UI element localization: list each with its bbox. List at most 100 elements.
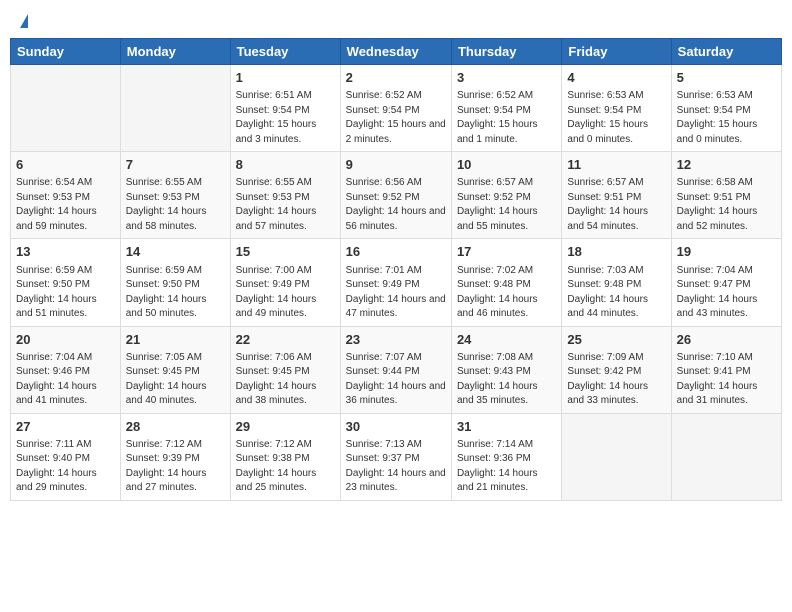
weekday-header-saturday: Saturday: [671, 39, 781, 65]
day-number: 24: [457, 331, 556, 349]
day-info: Sunrise: 7:14 AMSunset: 9:36 PMDaylight:…: [457, 438, 556, 496]
day-info: Sunrise: 6:51 AMSunset: 9:54 PMDaylight:…: [236, 89, 335, 147]
calendar-cell: [671, 413, 781, 500]
calendar-cell: 27 Sunrise: 7:11 AMSunset: 9:40 PMDayligh…: [11, 413, 121, 500]
week-row-4: 20 Sunrise: 7:04 AMSunset: 9:46 PMDayligh…: [11, 326, 782, 413]
day-info: Sunrise: 7:04 AMSunset: 9:47 PMDaylight:…: [677, 264, 776, 322]
day-number: 20: [16, 331, 115, 349]
day-number: 22: [236, 331, 335, 349]
day-info: Sunrise: 6:58 AMSunset: 9:51 PMDaylight:…: [677, 176, 776, 234]
calendar-cell: 9 Sunrise: 6:56 AMSunset: 9:52 PMDaylight…: [340, 152, 451, 239]
day-number: 27: [16, 418, 115, 436]
day-info: Sunrise: 7:07 AMSunset: 9:44 PMDaylight:…: [346, 351, 446, 409]
calendar-cell: 6Sunrise: 6:54 AMSunset: 9:53 PMDaylight…: [11, 152, 121, 239]
day-number: 13: [16, 243, 115, 261]
day-info: Sunrise: 6:52 AMSunset: 9:54 PMDaylight:…: [457, 89, 556, 147]
day-info: Sunrise: 7:11 AMSunset: 9:40 PMDaylight:…: [16, 438, 115, 496]
calendar-cell: 15 Sunrise: 7:00 AMSunset: 9:49 PMDayligh…: [230, 239, 340, 326]
day-info: Sunrise: 7:13 AMSunset: 9:37 PMDaylight:…: [346, 438, 446, 496]
calendar-cell: 29Sunrise: 7:12 AMSunset: 9:38 PMDayligh…: [230, 413, 340, 500]
day-info: Sunrise: 7:10 AMSunset: 9:41 PMDaylight:…: [677, 351, 776, 409]
day-info: Sunrise: 7:04 AMSunset: 9:46 PMDaylight:…: [16, 351, 115, 409]
calendar-cell: 8 Sunrise: 6:55 AMSunset: 9:53 PMDaylight…: [230, 152, 340, 239]
calendar-cell: [562, 413, 671, 500]
day-info: Sunrise: 7:01 AMSunset: 9:49 PMDaylight:…: [346, 264, 446, 322]
day-info: Sunrise: 6:52 AMSunset: 9:54 PMDaylight:…: [346, 89, 446, 147]
calendar-cell: 11 Sunrise: 6:57 AMSunset: 9:51 PMDayligh…: [562, 152, 671, 239]
day-number: 18: [567, 243, 665, 261]
calendar-cell: 5 Sunrise: 6:53 AMSunset: 9:54 PMDaylight…: [671, 65, 781, 152]
calendar-cell: 23 Sunrise: 7:07 AMSunset: 9:44 PMDayligh…: [340, 326, 451, 413]
calendar-cell: 7 Sunrise: 6:55 AMSunset: 9:53 PMDaylight…: [120, 152, 230, 239]
day-info: Sunrise: 7:02 AMSunset: 9:48 PMDaylight:…: [457, 264, 556, 322]
day-info: Sunrise: 7:06 AMSunset: 9:45 PMDaylight:…: [236, 351, 335, 409]
day-number: 12: [677, 156, 776, 174]
week-row-1: 1 Sunrise: 6:51 AMSunset: 9:54 PMDaylight…: [11, 65, 782, 152]
day-number: 5: [677, 69, 776, 87]
day-number: 14: [126, 243, 225, 261]
day-number: 7: [126, 156, 225, 174]
day-number: 16: [346, 243, 446, 261]
day-info: Sunrise: 7:05 AMSunset: 9:45 PMDaylight:…: [126, 351, 225, 409]
day-info: Sunrise: 7:12 AMSunset: 9:39 PMDaylight:…: [126, 438, 225, 496]
day-info: Sunrise: 6:55 AMSunset: 9:53 PMDaylight:…: [126, 176, 225, 234]
day-number: 26: [677, 331, 776, 349]
week-row-5: 27 Sunrise: 7:11 AMSunset: 9:40 PMDayligh…: [11, 413, 782, 500]
calendar-cell: 14Sunrise: 6:59 AMSunset: 9:50 PMDayligh…: [120, 239, 230, 326]
calendar-cell: 16 Sunrise: 7:01 AMSunset: 9:49 PMDayligh…: [340, 239, 451, 326]
day-number: 2: [346, 69, 446, 87]
calendar-cell: 18 Sunrise: 7:03 AMSunset: 9:48 PMDayligh…: [562, 239, 671, 326]
day-info: Sunrise: 7:00 AMSunset: 9:49 PMDaylight:…: [236, 264, 335, 322]
calendar-cell: 31Sunrise: 7:14 AMSunset: 9:36 PMDayligh…: [451, 413, 561, 500]
calendar-table: SundayMondayTuesdayWednesdayThursdayFrid…: [10, 38, 782, 501]
weekday-header-tuesday: Tuesday: [230, 39, 340, 65]
calendar-cell: 20 Sunrise: 7:04 AMSunset: 9:46 PMDayligh…: [11, 326, 121, 413]
calendar-cell: 22 Sunrise: 7:06 AMSunset: 9:45 PMDayligh…: [230, 326, 340, 413]
day-number: 21: [126, 331, 225, 349]
day-number: 11: [567, 156, 665, 174]
calendar-cell: 13 Sunrise: 6:59 AMSunset: 9:50 PMDayligh…: [11, 239, 121, 326]
calendar-cell: [120, 65, 230, 152]
calendar-cell: 12 Sunrise: 6:58 AMSunset: 9:51 PMDayligh…: [671, 152, 781, 239]
day-number: 8: [236, 156, 335, 174]
day-info: Sunrise: 6:57 AMSunset: 9:51 PMDaylight:…: [567, 176, 665, 234]
calendar-cell: 28Sunrise: 7:12 AMSunset: 9:39 PMDayligh…: [120, 413, 230, 500]
day-number: 29: [236, 418, 335, 436]
weekday-header-sunday: Sunday: [11, 39, 121, 65]
calendar-cell: 4Sunrise: 6:53 AMSunset: 9:54 PMDaylight…: [562, 65, 671, 152]
day-number: 4: [567, 69, 665, 87]
day-number: 3: [457, 69, 556, 87]
day-info: Sunrise: 6:55 AMSunset: 9:53 PMDaylight:…: [236, 176, 335, 234]
calendar-cell: 30 Sunrise: 7:13 AMSunset: 9:37 PMDayligh…: [340, 413, 451, 500]
day-number: 17: [457, 243, 556, 261]
page-header: [10, 10, 782, 32]
calendar-cell: 2 Sunrise: 6:52 AMSunset: 9:54 PMDaylight…: [340, 65, 451, 152]
day-info: Sunrise: 6:57 AMSunset: 9:52 PMDaylight:…: [457, 176, 556, 234]
day-info: Sunrise: 7:03 AMSunset: 9:48 PMDaylight:…: [567, 264, 665, 322]
day-number: 10: [457, 156, 556, 174]
day-number: 6: [16, 156, 115, 174]
day-number: 1: [236, 69, 335, 87]
calendar-cell: 25 Sunrise: 7:09 AMSunset: 9:42 PMDayligh…: [562, 326, 671, 413]
calendar-cell: 3 Sunrise: 6:52 AMSunset: 9:54 PMDaylight…: [451, 65, 561, 152]
day-number: 23: [346, 331, 446, 349]
day-number: 30: [346, 418, 446, 436]
calendar-cell: 24Sunrise: 7:08 AMSunset: 9:43 PMDayligh…: [451, 326, 561, 413]
day-number: 15: [236, 243, 335, 261]
day-info: Sunrise: 7:09 AMSunset: 9:42 PMDaylight:…: [567, 351, 665, 409]
calendar-cell: 17 Sunrise: 7:02 AMSunset: 9:48 PMDayligh…: [451, 239, 561, 326]
day-info: Sunrise: 6:53 AMSunset: 9:54 PMDaylight:…: [677, 89, 776, 147]
day-info: Sunrise: 6:59 AMSunset: 9:50 PMDaylight:…: [16, 264, 115, 322]
day-number: 9: [346, 156, 446, 174]
week-row-2: 6Sunrise: 6:54 AMSunset: 9:53 PMDaylight…: [11, 152, 782, 239]
weekday-header-friday: Friday: [562, 39, 671, 65]
day-info: Sunrise: 6:56 AMSunset: 9:52 PMDaylight:…: [346, 176, 446, 234]
logo-triangle-icon: [20, 14, 28, 28]
weekday-header-monday: Monday: [120, 39, 230, 65]
weekday-header-thursday: Thursday: [451, 39, 561, 65]
day-number: 25: [567, 331, 665, 349]
calendar-cell: 21 Sunrise: 7:05 AMSunset: 9:45 PMDayligh…: [120, 326, 230, 413]
day-number: 19: [677, 243, 776, 261]
logo: [18, 14, 28, 28]
calendar-cell: [11, 65, 121, 152]
